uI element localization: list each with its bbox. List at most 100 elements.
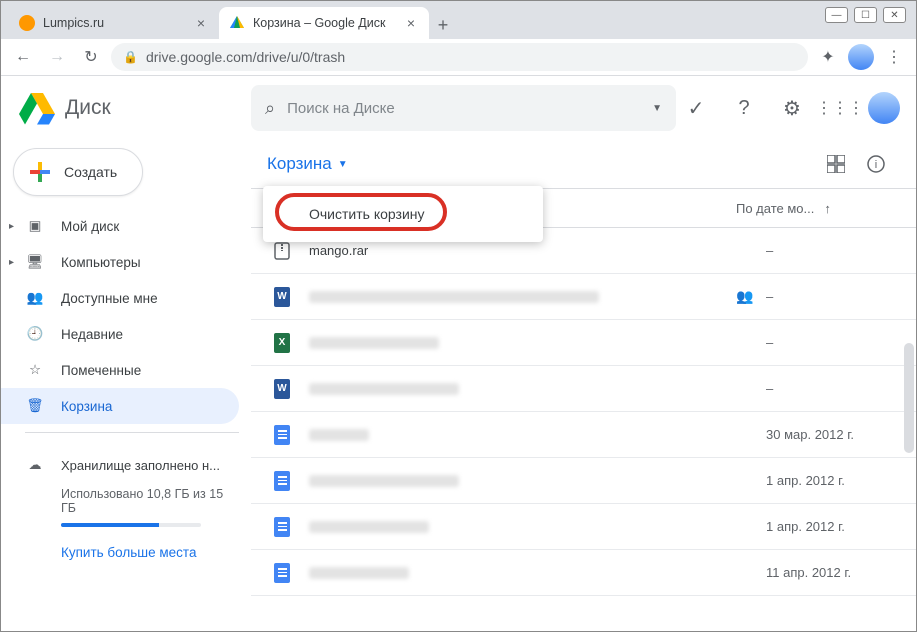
- address-bar[interactable]: 🔒 drive.google.com/drive/u/0/trash: [111, 43, 808, 71]
- file-date: 30 мар. 2012 г.: [766, 427, 896, 442]
- sidebar-item-label: Доступные мне: [61, 291, 158, 306]
- recent-icon: 🕘: [25, 324, 45, 344]
- buy-storage-link[interactable]: Купить больше места: [61, 545, 227, 560]
- sidebar-item-label: Недавние: [61, 327, 123, 342]
- shared-icon: 👥: [25, 288, 45, 308]
- main-panel: Корзина ▼ i Очистить корзину Название По…: [251, 140, 916, 596]
- back-button[interactable]: ←: [9, 43, 37, 71]
- create-label: Создать: [64, 164, 117, 180]
- storage-head-text: Хранилище заполнено н...: [61, 458, 220, 473]
- sidebar-item-computers[interactable]: ▸🖥Компьютеры: [1, 244, 239, 280]
- settings-icon[interactable]: ⚙: [772, 88, 812, 128]
- tab-close-icon[interactable]: ×: [403, 15, 419, 31]
- sidebar-item-label: Помеченные: [61, 363, 141, 378]
- window-minimize-button[interactable]: —: [825, 7, 848, 23]
- file-row[interactable]: 1 апр. 2012 г.: [251, 458, 916, 504]
- sidebar: Создать ▸▣Мой диск▸🖥Компьютеры👥Доступные…: [1, 140, 251, 596]
- breadcrumb-row: Корзина ▼ i: [251, 140, 916, 188]
- file-row[interactable]: 1 апр. 2012 г.: [251, 504, 916, 550]
- file-name: [309, 521, 736, 533]
- create-button[interactable]: Создать: [13, 148, 143, 196]
- file-list: mango.rar–W👥–X–W–30 мар. 2012 г.1 апр. 2…: [251, 228, 916, 596]
- forward-button[interactable]: →: [43, 43, 71, 71]
- breadcrumb-label: Корзина: [267, 154, 332, 174]
- scrollbar-thumb[interactable]: [904, 343, 914, 453]
- file-type-icon: [271, 240, 293, 262]
- expand-caret-icon[interactable]: ▸: [9, 257, 14, 268]
- tab-title: Lumpics.ru: [43, 16, 187, 30]
- logo-area[interactable]: Диск: [1, 90, 251, 126]
- storage-fill: [61, 523, 159, 527]
- file-name: [309, 291, 736, 303]
- expand-caret-icon[interactable]: ▸: [9, 221, 14, 232]
- storage-bar: [61, 523, 201, 527]
- search-area: ⌕ Поиск на Диске ▼: [251, 85, 676, 131]
- file-date: 1 апр. 2012 г.: [766, 519, 896, 534]
- computers-icon: 🖥: [25, 252, 45, 272]
- ready-offline-icon[interactable]: ✓: [676, 88, 716, 128]
- file-row[interactable]: 30 мар. 2012 г.: [251, 412, 916, 458]
- breadcrumb-trash[interactable]: Корзина ▼: [267, 154, 348, 174]
- search-icon: ⌕: [265, 98, 275, 119]
- account-avatar[interactable]: [868, 92, 900, 124]
- drive-logo-icon: [19, 90, 55, 126]
- column-date[interactable]: По дате мо... ↑: [736, 201, 896, 216]
- app-name: Диск: [65, 96, 111, 120]
- drive-header: Диск ⌕ Поиск на Диске ▼ ✓ ? ⚙ ⋮⋮⋮: [1, 76, 916, 140]
- window-close-button[interactable]: ✕: [883, 7, 906, 23]
- my-drive-icon: ▣: [25, 216, 45, 236]
- browser-menu-button[interactable]: ⋮: [880, 43, 908, 71]
- main-row: Создать ▸▣Мой диск▸🖥Компьютеры👥Доступные…: [1, 140, 916, 596]
- sidebar-item-shared[interactable]: 👥 Доступные мне: [1, 280, 239, 316]
- apps-grid-icon[interactable]: ⋮⋮⋮: [820, 88, 860, 128]
- file-type-icon: [271, 470, 293, 492]
- file-date: –: [766, 381, 896, 396]
- window-controls: — ☐ ✕: [825, 7, 906, 23]
- empty-trash-menu-item[interactable]: Очистить корзину: [263, 196, 543, 232]
- file-row[interactable]: W👥–: [251, 274, 916, 320]
- storage-section: ☁ Хранилище заполнено н... Использовано …: [1, 441, 251, 560]
- svg-text:i: i: [875, 159, 877, 171]
- chevron-down-icon: ▼: [338, 159, 348, 170]
- reload-button[interactable]: ↻: [77, 43, 105, 71]
- search-box[interactable]: ⌕ Поиск на Диске ▼: [251, 85, 676, 131]
- file-name: mango.rar: [309, 243, 736, 258]
- file-name: [309, 475, 736, 487]
- help-icon[interactable]: ?: [724, 88, 764, 128]
- tab-favicon: [229, 15, 245, 31]
- starred-icon: ☆: [25, 360, 45, 380]
- info-icon: i: [866, 154, 886, 174]
- search-dropdown-icon[interactable]: ▼: [652, 103, 662, 114]
- tab-close-icon[interactable]: ×: [193, 15, 209, 31]
- file-row[interactable]: W–: [251, 366, 916, 412]
- profile-avatar[interactable]: [848, 44, 874, 70]
- tab-lumpics[interactable]: Lumpics.ru ×: [9, 7, 219, 39]
- file-type-icon: [271, 562, 293, 584]
- tab-drive-trash[interactable]: Корзина – Google Диск ×: [219, 7, 429, 39]
- file-date: 11 апр. 2012 г.: [766, 565, 896, 580]
- sidebar-item-label: Корзина: [61, 399, 112, 414]
- tab-favicon: [19, 15, 35, 31]
- sidebar-item-my-drive[interactable]: ▸ ▣ Мой диск: [1, 208, 239, 244]
- storage-heading[interactable]: ☁ Хранилище заполнено н...: [25, 447, 227, 483]
- storage-used-text: Использовано 10,8 ГБ из 15 ГБ: [25, 483, 227, 515]
- sidebar-item-starred[interactable]: ☆ Помеченные: [1, 352, 239, 388]
- sidebar-item-recent[interactable]: 🕘 Недавние: [1, 316, 239, 352]
- file-type-icon: X: [271, 332, 293, 354]
- window-maximize-button[interactable]: ☐: [854, 7, 877, 23]
- new-tab-button[interactable]: +: [429, 11, 457, 39]
- file-date: –: [766, 243, 896, 258]
- grid-view-button[interactable]: [816, 144, 856, 184]
- header-actions: ✓ ? ⚙ ⋮⋮⋮: [676, 88, 916, 128]
- extensions-button[interactable]: ✦: [814, 43, 842, 71]
- file-type-icon: [271, 516, 293, 538]
- scrollbar[interactable]: [902, 343, 916, 586]
- file-row[interactable]: 11 апр. 2012 г.: [251, 550, 916, 596]
- sidebar-item-trash[interactable]: 🗑 Корзина: [1, 388, 239, 424]
- shared-icon: 👥: [736, 288, 766, 305]
- sidebar-item-label: Мой диск: [61, 219, 119, 234]
- trash-context-menu: Очистить корзину: [263, 186, 543, 242]
- trash-icon: 🗑: [25, 396, 45, 416]
- file-row[interactable]: X–: [251, 320, 916, 366]
- info-button[interactable]: i: [856, 144, 896, 184]
